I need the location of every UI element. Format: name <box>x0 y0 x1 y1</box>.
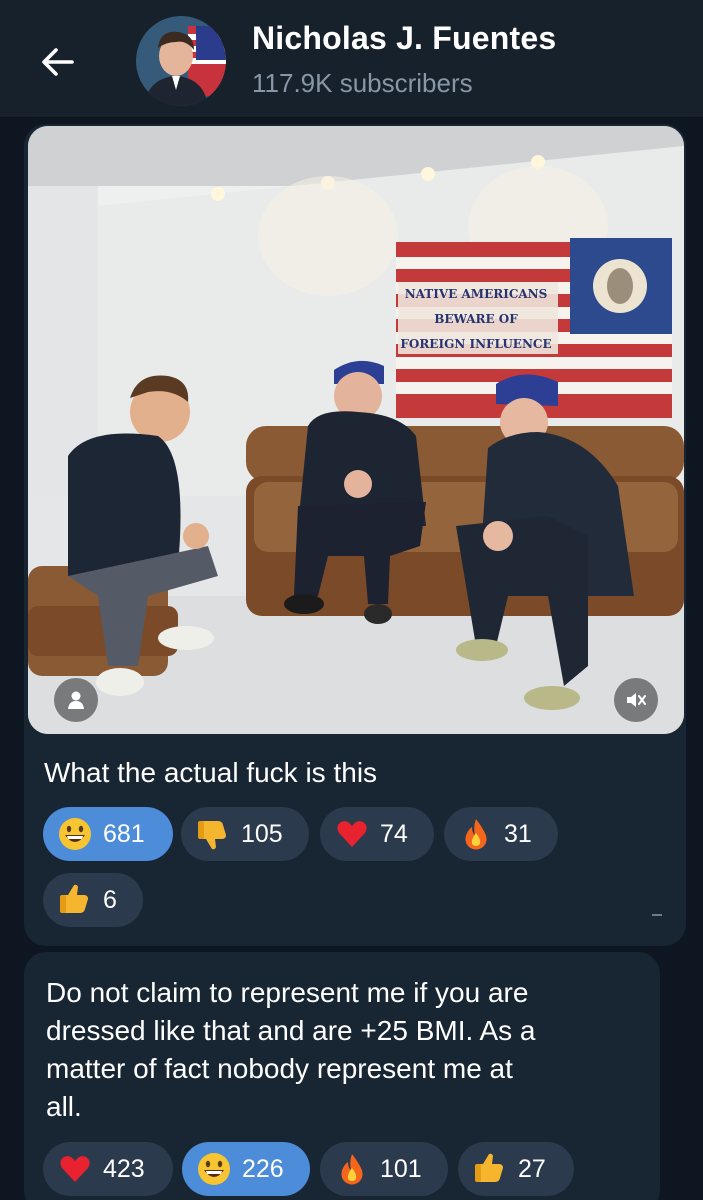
mute-button[interactable] <box>614 678 658 722</box>
back-button[interactable] <box>36 40 80 84</box>
reaction-count: 423 <box>103 1154 145 1183</box>
chat-header: Nicholas J. Fuentes 117.9K subscribers <box>0 0 703 118</box>
reaction-thumbs-up[interactable]: 6 <box>43 873 143 927</box>
message-text-line: all. <box>46 1091 82 1122</box>
thumbs-up-icon <box>472 1151 508 1187</box>
reaction-count: 105 <box>241 819 283 848</box>
channel-avatar[interactable] <box>136 16 226 106</box>
message-photo[interactable]: NATIVE AMERICANS BEWARE OF FOREIGN INFLU… <box>28 126 684 734</box>
channel-title[interactable]: Nicholas J. Fuentes <box>252 20 556 57</box>
reaction-count: 31 <box>504 819 532 848</box>
message-meta-mark <box>652 914 662 916</box>
reaction-grinning[interactable]: 226 <box>182 1142 310 1196</box>
message-text-line: dressed like that and are +25 BMI. As a <box>46 1015 536 1046</box>
reaction-thumbs-up[interactable]: 27 <box>458 1142 574 1196</box>
message-text: What the actual fuck is this <box>44 757 378 788</box>
reaction-count: 226 <box>242 1154 284 1183</box>
fire-icon <box>334 1151 370 1187</box>
grinning-face-icon <box>196 1151 232 1187</box>
reaction-count: 101 <box>380 1154 422 1183</box>
thumbs-down-icon <box>195 816 231 852</box>
thumbs-up-icon <box>57 882 93 918</box>
fire-icon <box>458 816 494 852</box>
subscriber-count: 117.9K subscribers <box>252 68 473 98</box>
message-bubble[interactable]: Do not claim to represent me if you are … <box>24 952 660 1200</box>
profile-tag-button[interactable] <box>54 678 98 722</box>
reaction-grinning[interactable]: 681 <box>43 807 173 861</box>
muted-speaker-icon <box>627 693 646 707</box>
reaction-thumbs-down[interactable]: 105 <box>181 807 309 861</box>
reaction-heart[interactable]: 423 <box>43 1142 173 1196</box>
flag-text-line-2: BEWARE OF <box>434 312 518 326</box>
message-bubble[interactable]: NATIVE AMERICANS BEWARE OF FOREIGN INFLU… <box>24 124 686 946</box>
flag-text-line-1: NATIVE AMERICANS <box>405 287 548 301</box>
message-text-line: matter of fact nobody represent me at <box>46 1053 513 1084</box>
arrow-left-icon <box>42 48 74 76</box>
flag-text-line-3: FOREIGN INFLUENCE <box>400 337 551 351</box>
reaction-heart[interactable]: 74 <box>320 807 434 861</box>
red-heart-icon <box>334 816 370 852</box>
reaction-count: 27 <box>518 1154 546 1183</box>
red-heart-icon <box>57 1151 93 1187</box>
grinning-face-icon <box>57 816 93 852</box>
reaction-count: 6 <box>103 885 117 914</box>
reaction-count: 74 <box>380 819 408 848</box>
message-text-line: Do not claim to represent me if you are <box>46 977 529 1008</box>
reaction-count: 681 <box>103 819 145 848</box>
reaction-fire[interactable]: 31 <box>444 807 558 861</box>
reaction-fire[interactable]: 101 <box>320 1142 448 1196</box>
person-icon <box>68 691 84 709</box>
